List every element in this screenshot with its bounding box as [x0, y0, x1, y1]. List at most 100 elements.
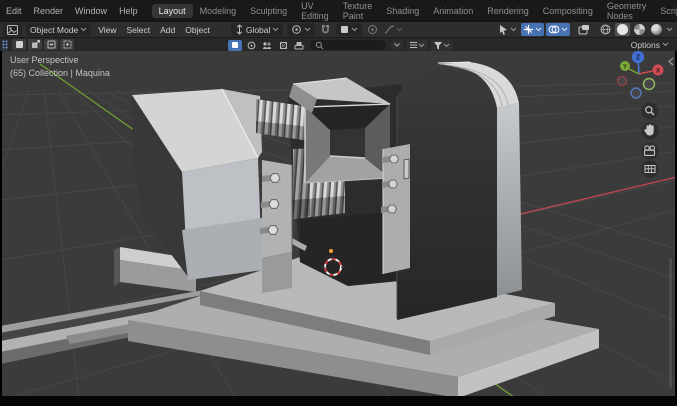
- menu-select[interactable]: Select: [121, 25, 155, 35]
- orientation-label: Global: [245, 24, 271, 35]
- active-object-label: (65) Collection | Maquina: [10, 68, 110, 78]
- filter-toggle-sphere[interactable]: [244, 40, 258, 51]
- filter-cluster: [227, 39, 454, 51]
- sidebar-toggle-arrow[interactable]: [668, 57, 674, 66]
- menu-window[interactable]: Window: [69, 6, 113, 16]
- filter-toggle-restrict[interactable]: [228, 39, 242, 51]
- chevron-down-icon: [80, 27, 87, 32]
- tab-texture-paint[interactable]: Texture Paint: [336, 0, 380, 23]
- collapsed-dropdown[interactable]: [391, 41, 403, 49]
- tab-shading[interactable]: Shading: [379, 4, 426, 18]
- select-intersect-icon: [63, 40, 71, 49]
- snap-target-dropdown[interactable]: [336, 23, 363, 36]
- filter-toggle-cube[interactable]: [276, 40, 290, 51]
- viewport-header: Object Mode View Select Add Object Globa…: [0, 21, 677, 37]
- select-set-icon: [15, 41, 23, 48]
- menu-render[interactable]: Render: [28, 6, 70, 16]
- chevron-down-icon: [666, 27, 673, 32]
- tab-animation[interactable]: Animation: [426, 4, 480, 18]
- tab-compositing[interactable]: Compositing: [536, 4, 600, 18]
- editor-3d-viewport-icon: [7, 24, 18, 35]
- shading-material-button[interactable]: [632, 23, 647, 36]
- material-sphere-icon: [634, 24, 645, 35]
- tab-modeling[interactable]: Modeling: [193, 4, 244, 18]
- editor-type-button[interactable]: [3, 23, 22, 36]
- show-overlays-toggle[interactable]: [546, 23, 570, 36]
- gizmo-icon: [524, 25, 533, 34]
- wireframe-sphere-icon: [600, 24, 611, 35]
- shading-wireframe-button[interactable]: [598, 23, 613, 36]
- filter-toggle-objects[interactable]: [260, 40, 274, 51]
- 3d-viewport[interactable]: Z Y X User Perspective (65) Collection |…: [2, 51, 675, 396]
- xray-icon: [578, 25, 589, 35]
- select-mode-extend-button[interactable]: [28, 39, 42, 50]
- tab-layout[interactable]: Layout: [151, 3, 193, 18]
- mode-dropdown[interactable]: Object Mode: [26, 23, 92, 36]
- select-mode-intersect-button[interactable]: [60, 39, 74, 50]
- tab-scripting[interactable]: Scripting: [653, 4, 677, 18]
- gizmo-neg-z-ball[interactable]: [630, 87, 642, 99]
- snap-toggle[interactable]: [318, 23, 333, 36]
- menu-object[interactable]: Object: [180, 25, 215, 35]
- orientation-icon: [236, 24, 243, 35]
- transform-orientation-dropdown[interactable]: Global: [230, 23, 284, 36]
- zoom-button[interactable]: [641, 102, 659, 120]
- chevron-down-icon: [418, 43, 425, 47]
- tab-sculpting[interactable]: Sculpting: [243, 4, 294, 18]
- shading-solid-button[interactable]: [615, 23, 630, 36]
- xray-toggle[interactable]: [576, 23, 592, 36]
- menu-edit[interactable]: Edit: [0, 6, 28, 16]
- list-icon: [410, 41, 417, 49]
- tool-settings-bar: Options: [0, 37, 677, 51]
- chevron-down-icon: [443, 43, 450, 47]
- magnet-icon: [322, 25, 330, 34]
- options-dropdown[interactable]: Options: [631, 40, 669, 50]
- tool-drag-handle[interactable]: [2, 39, 8, 50]
- filter-dropdown[interactable]: [431, 39, 452, 51]
- chevron-down-icon: [510, 27, 517, 32]
- chevron-down-icon: [662, 42, 669, 47]
- pivot-icon: [292, 25, 302, 34]
- show-gizmo-toggle[interactable]: [521, 23, 544, 36]
- mode-label: Object Mode: [30, 24, 79, 35]
- display-mode-dropdown[interactable]: [407, 40, 427, 50]
- proportional-falloff-dropdown[interactable]: [382, 23, 405, 36]
- gizmo-x-label: X: [656, 67, 661, 74]
- tab-geometry-nodes[interactable]: Geometry Nodes: [600, 0, 654, 23]
- viewport-scrollbar[interactable]: [669, 258, 672, 388]
- gizmo-y-label: Y: [623, 64, 627, 70]
- tab-rendering[interactable]: Rendering: [480, 4, 536, 18]
- topbar: Edit Render Window Help Layout Modeling …: [0, 0, 677, 21]
- rendered-sphere-icon: [651, 24, 662, 35]
- shading-mode-group: [598, 23, 673, 36]
- snap-increment-icon: [341, 26, 349, 33]
- proportional-editing-toggle[interactable]: [365, 23, 380, 36]
- select-mode-set-button[interactable]: [12, 39, 26, 50]
- cursor-pointer-icon: [500, 24, 507, 35]
- window-bottom-edge: [0, 396, 677, 406]
- gizmo-neg-y-ball[interactable]: [642, 77, 656, 91]
- menu-help[interactable]: Help: [113, 6, 144, 16]
- tab-uv-editing[interactable]: UV Editing: [294, 0, 336, 23]
- pivot-point-dropdown[interactable]: [287, 23, 316, 36]
- gizmo-neg-x-ball[interactable]: [616, 75, 628, 87]
- search-input[interactable]: [310, 40, 386, 50]
- object-origin-dot: [329, 249, 333, 253]
- solid-sphere-icon: [617, 24, 628, 35]
- menu-view[interactable]: View: [93, 25, 121, 35]
- select-mode-subtract-button[interactable]: [44, 39, 58, 50]
- chevron-down-icon: [305, 27, 311, 32]
- proportional-circle-icon: [368, 25, 378, 34]
- view-name-label: User Perspective: [10, 55, 79, 65]
- options-label: Options: [630, 39, 660, 50]
- shading-rendered-button[interactable]: [649, 23, 664, 36]
- ortho-perspective-button[interactable]: [641, 160, 659, 178]
- filter-toggle-stamp[interactable]: [292, 40, 306, 51]
- navigation-gizmo[interactable]: Z Y X: [616, 51, 664, 99]
- two-objects-icon: [263, 41, 271, 49]
- square-icon: [232, 42, 238, 48]
- menu-add[interactable]: Add: [155, 25, 180, 35]
- object-visibility-dropdown[interactable]: [496, 23, 519, 37]
- camera-view-button[interactable]: [641, 142, 659, 160]
- pan-button[interactable]: [641, 122, 659, 140]
